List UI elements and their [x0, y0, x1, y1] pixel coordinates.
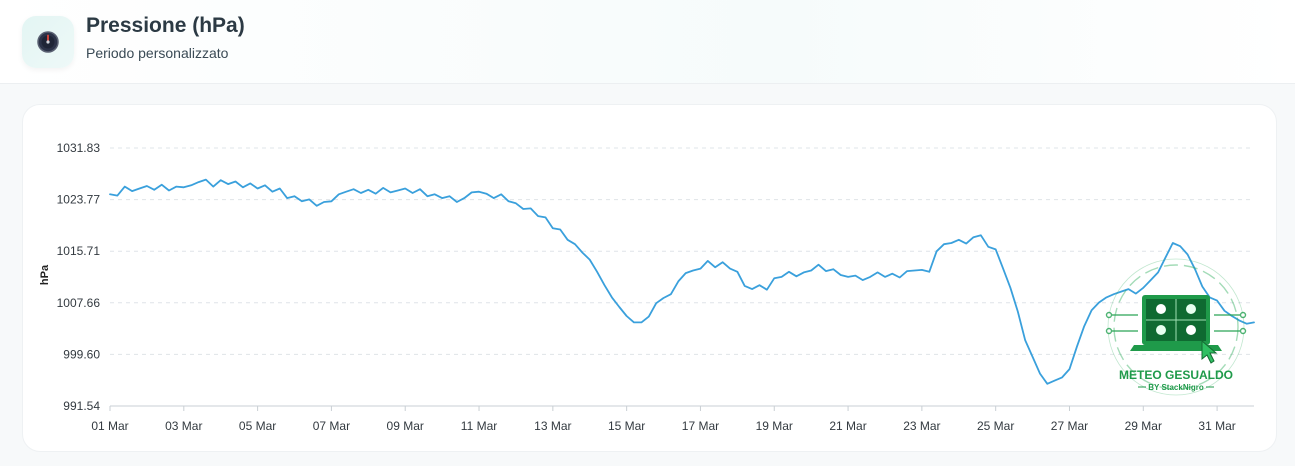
- x-tick-label: 15 Mar: [608, 419, 645, 433]
- x-tick-label: 13 Mar: [534, 419, 571, 433]
- page-subtitle: Periodo personalizzato: [86, 45, 229, 61]
- y-tick-label: 1015.71: [57, 244, 101, 258]
- y-tick-label: 1023.77: [57, 193, 101, 207]
- gauge-icon: [22, 16, 74, 68]
- x-tick-label: 25 Mar: [977, 419, 1014, 433]
- meteo-gesualdo-logo: METEO GESUALDO BY StackNigro: [1105, 258, 1247, 396]
- y-axis-label: hPa: [39, 264, 51, 285]
- page-header: Pressione (hPa) Periodo personalizzato: [0, 0, 1295, 84]
- x-tick-label: 03 Mar: [165, 419, 202, 433]
- x-tick-label: 29 Mar: [1125, 419, 1162, 433]
- x-tick-label: 07 Mar: [313, 419, 350, 433]
- x-tick-label: 09 Mar: [387, 419, 424, 433]
- y-tick-label: 1031.83: [57, 141, 101, 155]
- x-tick-label: 17 Mar: [682, 419, 719, 433]
- logo-title: METEO GESUALDO: [1119, 368, 1233, 382]
- logo-subtitle: BY StackNigro: [1148, 383, 1204, 392]
- x-tick-label: 21 Mar: [829, 419, 866, 433]
- x-tick-label: 27 Mar: [1051, 419, 1088, 433]
- chart-card: 1031.83 1023.77 1015.71 1007.66 999.60 991.54…: [22, 104, 1277, 452]
- y-tick-label: 999.60: [63, 347, 100, 361]
- laptop-icon: [1130, 295, 1222, 364]
- pressure-line-chart: 1031.83 1023.77 1015.71 1007.66 999.60 991.54…: [39, 141, 1255, 433]
- y-tick-label: 991.54: [63, 399, 100, 413]
- pressure-series-line: [109, 178, 1255, 385]
- x-tick-label: 23 Mar: [903, 419, 940, 433]
- x-tick-label: 05 Mar: [239, 419, 276, 433]
- x-tick-label: 01 Mar: [91, 419, 128, 433]
- y-tick-label: 1007.66: [57, 296, 101, 310]
- x-tick-label: 19 Mar: [756, 419, 793, 433]
- x-tick-label: 31 Mar: [1198, 419, 1235, 433]
- x-tick-label: 11 Mar: [461, 419, 497, 433]
- page-title: Pressione (hPa): [86, 14, 245, 37]
